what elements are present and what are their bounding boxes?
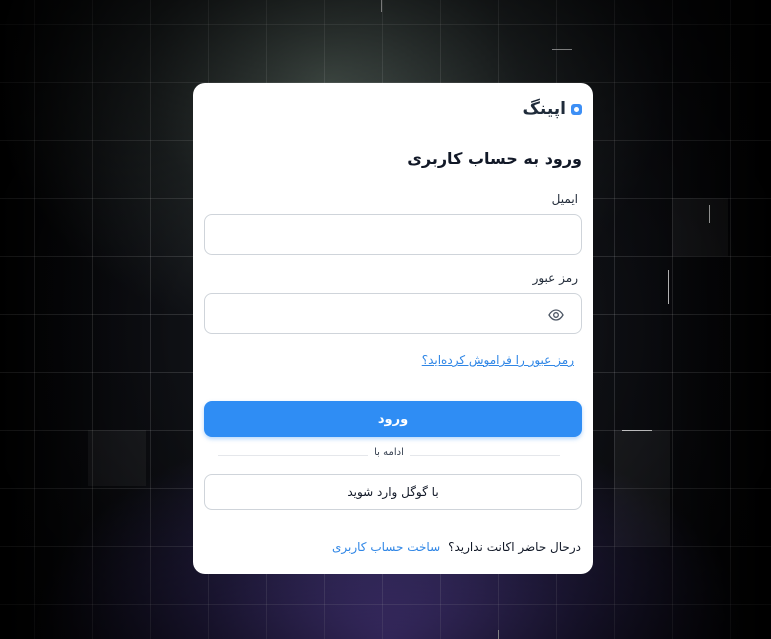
no-account-text: درحال حاضر اکانت ندارید؟ (448, 540, 581, 554)
brand-name: اپینگ (522, 99, 567, 119)
signup-link[interactable]: ساخت حساب کاربری (332, 540, 440, 554)
google-login-button[interactable]: با گوگل وارد شوید (204, 474, 582, 510)
divider-text: ادامه با (368, 447, 410, 458)
forgot-password-link[interactable]: رمز عبور را فراموش کرده‌اید؟ (422, 353, 574, 367)
password-field[interactable] (204, 293, 582, 334)
email-label: ایمیل (551, 192, 578, 206)
email-field[interactable] (204, 214, 582, 255)
login-button[interactable]: ورود (204, 401, 582, 437)
page-title: ورود به حساب کاربری (407, 149, 582, 168)
password-label: رمز عبور (532, 271, 578, 285)
signup-row: درحال حاضر اکانت ندارید؟ ساخت حساب کاربر… (332, 540, 581, 554)
login-card: اپینگ ورود به حساب کاربری ایمیل رمز عبور… (193, 83, 593, 574)
eye-icon[interactable] (548, 307, 564, 323)
logo-icon (571, 103, 582, 115)
brand-logo: اپینگ (522, 99, 582, 119)
